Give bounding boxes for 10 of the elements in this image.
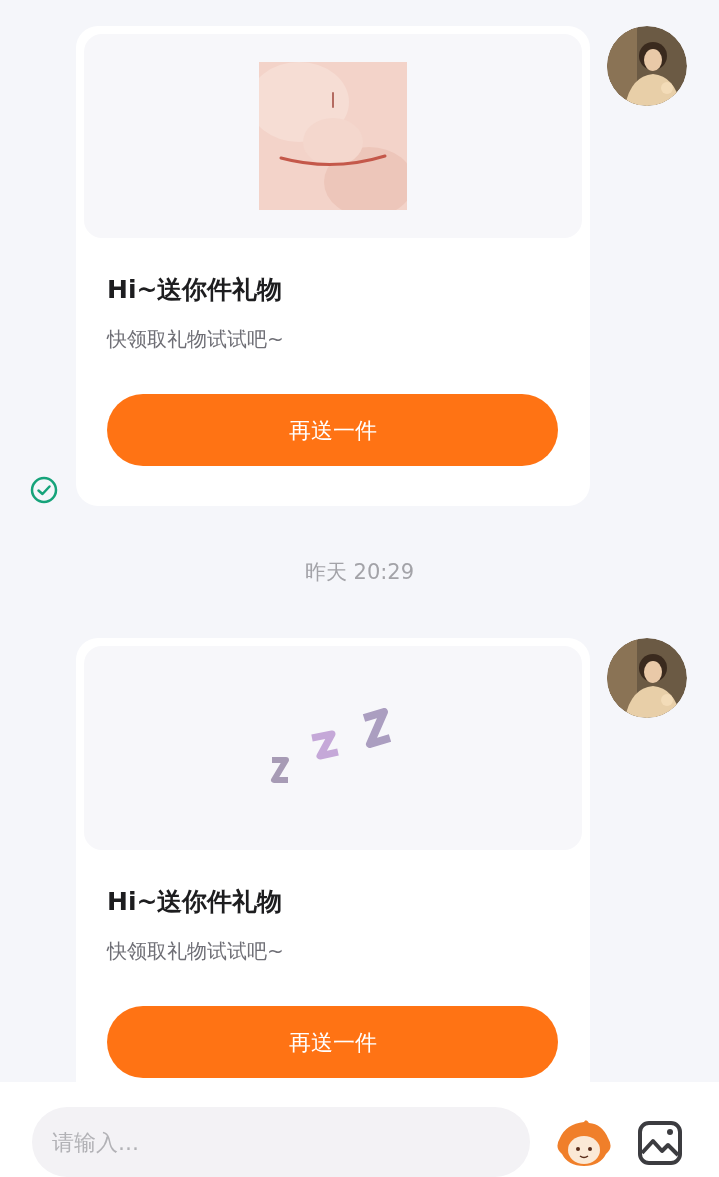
image-icon[interactable] — [638, 1121, 682, 1165]
send-again-button[interactable]: 再送一件 — [107, 1006, 558, 1078]
card-subtitle: 快领取礼物试试吧~ — [107, 326, 285, 353]
message-input[interactable]: 请输入... — [32, 1107, 530, 1177]
card-subtitle: 快领取礼物试试吧~ — [107, 938, 285, 965]
timestamp: 昨天 20:29 — [304, 559, 415, 586]
send-again-button[interactable]: 再送一件 — [107, 394, 558, 466]
card-title: Hi~送你件礼物 — [107, 886, 284, 918]
card-title: Hi~送你件礼物 — [107, 274, 284, 306]
mascot-icon[interactable] — [556, 1118, 612, 1168]
